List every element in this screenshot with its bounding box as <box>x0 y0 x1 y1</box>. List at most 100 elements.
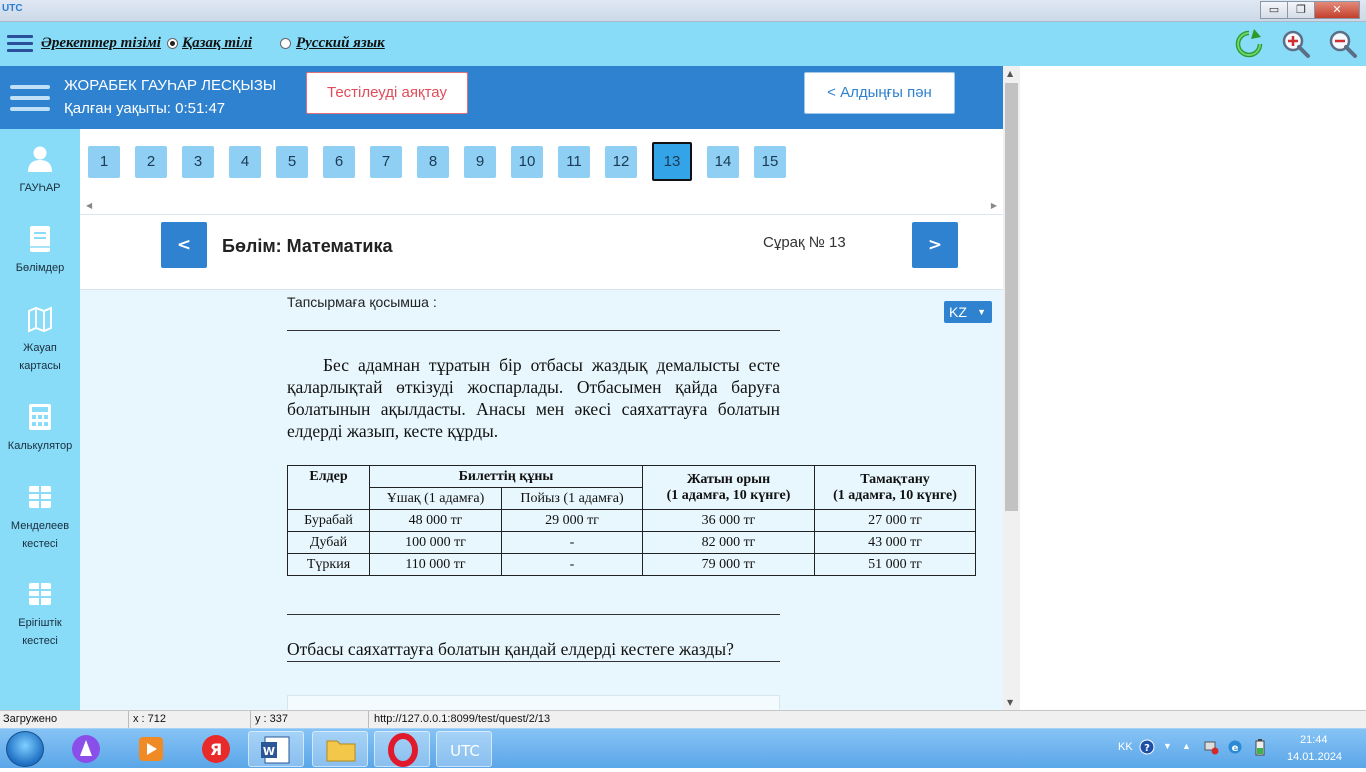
ie-icon[interactable]: e <box>1227 738 1243 756</box>
battery-icon[interactable] <box>1254 739 1266 757</box>
question-button-5[interactable]: 5 <box>276 146 308 178</box>
scroll-up-arrow-icon[interactable]: ▲ <box>1007 69 1013 78</box>
svg-text:UTC: UTC <box>450 742 480 760</box>
status-bar: Загружено x : 712 y : 337 http://127.0.0… <box>0 710 1366 729</box>
taskbar-yandex-app[interactable]: Я <box>188 731 244 767</box>
zoom-in-icon[interactable] <box>1281 29 1311 59</box>
table-cell: - <box>501 553 643 576</box>
scrollbar-thumb[interactable] <box>1005 83 1018 511</box>
answer-option[interactable] <box>287 695 780 710</box>
divider <box>287 614 780 615</box>
table-header-bed-line2: (1 адамға, 10 күнге) <box>666 487 791 503</box>
scroll-down-arrow-icon[interactable]: ▼ <box>1007 698 1013 707</box>
lang-ru-radio[interactable] <box>280 38 291 49</box>
taskbar-media-app[interactable] <box>123 731 179 767</box>
scroll-left-arrow-icon[interactable]: ◀ <box>86 201 92 210</box>
question-button-9[interactable]: 9 <box>464 146 496 178</box>
question-button-7[interactable]: 7 <box>370 146 402 178</box>
lang-ru-label[interactable]: Русский язык <box>296 35 385 52</box>
taskbar-opera-app[interactable] <box>374 731 430 767</box>
question-button-13[interactable]: 13 <box>652 142 692 181</box>
window-titlebar: UTC ▭ ❐ ✕ <box>0 0 1366 22</box>
sidebar-item-label: ГАУҺАР <box>19 182 61 194</box>
question-content: Тапсырмаға қосымша : KZ ▼ Бес адамнан тұ… <box>80 290 1003 710</box>
start-button[interactable] <box>6 731 44 767</box>
svg-text:?: ? <box>1144 743 1150 754</box>
question-button-11[interactable]: 11 <box>558 146 590 178</box>
keyboard-language[interactable]: KK <box>1118 741 1133 753</box>
sidebar-item-periodic-table[interactable]: Менделеев кестесі <box>0 483 80 553</box>
question-button-6[interactable]: 6 <box>323 146 355 178</box>
student-name: ЖОРАБЕК ГАУҺАР ЛЕСҚЫЗЫ <box>64 77 277 94</box>
window-controls: ▭ ❐ ✕ <box>1260 1 1360 19</box>
question-button-2[interactable]: 2 <box>135 146 167 178</box>
section-title: Бөлім: Математика <box>222 236 393 256</box>
table-cell: - <box>501 531 643 554</box>
next-question-button[interactable]: > <box>912 222 958 268</box>
question-button-15[interactable]: 15 <box>754 146 786 178</box>
table-cell: 48 000 тг <box>369 509 502 532</box>
svg-text:Я: Я <box>210 740 222 759</box>
language-select[interactable]: KZ ▼ <box>944 301 992 323</box>
previous-question-button[interactable]: < <box>161 222 207 268</box>
close-button[interactable]: ✕ <box>1314 1 1360 19</box>
list-icon[interactable] <box>7 35 33 53</box>
finish-test-button[interactable]: Тестілеуді аяқтау <box>306 72 468 114</box>
table-row: Бурабай 48 000 тг 29 000 тг 36 000 тг 27… <box>287 509 976 532</box>
table-header-country: Елдер <box>287 465 370 510</box>
table-cell: 79 000 тг <box>642 553 815 576</box>
divider <box>287 330 780 331</box>
question-button-12[interactable]: 12 <box>605 146 637 178</box>
divider <box>287 661 780 662</box>
media-player-icon <box>139 737 163 761</box>
time-left: Қалған уақыты: 0:51:47 <box>64 100 226 117</box>
zoom-out-icon[interactable] <box>1328 29 1358 59</box>
svg-text:W: W <box>263 745 275 758</box>
question-button-4[interactable]: 4 <box>229 146 261 178</box>
taskbar-utc-app[interactable]: UTC <box>436 731 492 767</box>
table-row: Дубай 100 000 тг - 82 000 тг 43 000 тг <box>287 531 976 554</box>
sidebar-item-calculator[interactable]: Калькулятор <box>0 403 80 455</box>
question-button-3[interactable]: 3 <box>182 146 214 178</box>
minimize-button[interactable]: ▭ <box>1260 1 1288 19</box>
maximize-button[interactable]: ❐ <box>1287 1 1315 19</box>
question-button-14[interactable]: 14 <box>707 146 739 178</box>
previous-subject-button[interactable]: < Алдыңғы пән <box>804 72 955 114</box>
vertical-scrollbar[interactable]: ▲ ▼ <box>1003 66 1020 710</box>
sidebar-item-answer-map[interactable]: Жауап картасы <box>0 305 80 375</box>
question-button-1[interactable]: 1 <box>88 146 120 178</box>
folder-icon <box>326 740 356 762</box>
clock-date[interactable]: 14.01.2024 <box>1287 751 1342 763</box>
utc-app-icon: UTC <box>450 742 480 760</box>
sidebar-item-solubility-table[interactable]: Ерігіштік кестесі <box>0 580 80 650</box>
section-header: < Бөлім: Математика Сұрақ № 13 > <box>80 216 1003 290</box>
clock-time[interactable]: 21:44 <box>1300 734 1328 746</box>
sidebar-item-sections[interactable]: Бөлімдер <box>0 225 80 277</box>
alice-icon <box>72 735 100 763</box>
show-hidden-icons-icon[interactable]: ▲ <box>1182 741 1191 751</box>
chevron-down-icon[interactable]: ▼ <box>1163 741 1172 751</box>
svg-text:e: e <box>1232 743 1239 754</box>
help-icon[interactable]: ? <box>1139 739 1155 755</box>
taskbar-explorer-app[interactable] <box>312 731 368 767</box>
book-icon <box>30 226 50 252</box>
question-text: Отбасы саяхаттауға болатын қандай елдерд… <box>287 639 734 659</box>
scroll-right-arrow-icon[interactable]: ▶ <box>991 201 997 210</box>
chevron-down-icon: ▼ <box>977 307 986 317</box>
lang-kz-label[interactable]: Қазақ тілі <box>182 35 252 52</box>
refresh-icon[interactable] <box>1234 29 1264 59</box>
actions-list-link[interactable]: Әрекеттер тізімі <box>41 35 161 52</box>
page-url: http://127.0.0.1:8099/test/quest/2/13 <box>374 713 551 725</box>
taskbar-word-app[interactable]: W <box>248 731 304 767</box>
taskbar-alice-app[interactable] <box>58 731 114 767</box>
network-icon[interactable] <box>1203 739 1219 755</box>
question-button-8[interactable]: 8 <box>417 146 449 178</box>
question-button-10[interactable]: 10 <box>511 146 543 178</box>
table-header-train: Пойыз (1 адамға) <box>501 487 643 510</box>
table-cell: 43 000 тг <box>814 531 976 554</box>
sidebar-item-profile[interactable]: ГАУҺАР <box>0 145 80 197</box>
supplement-label: Тапсырмаға қосымша : <box>287 294 437 310</box>
sidebar: ГАУҺАР Бөлімдер Жауап картасы Калькулято… <box>0 129 80 710</box>
menu-icon[interactable] <box>10 85 50 111</box>
lang-kz-radio[interactable] <box>167 38 178 49</box>
